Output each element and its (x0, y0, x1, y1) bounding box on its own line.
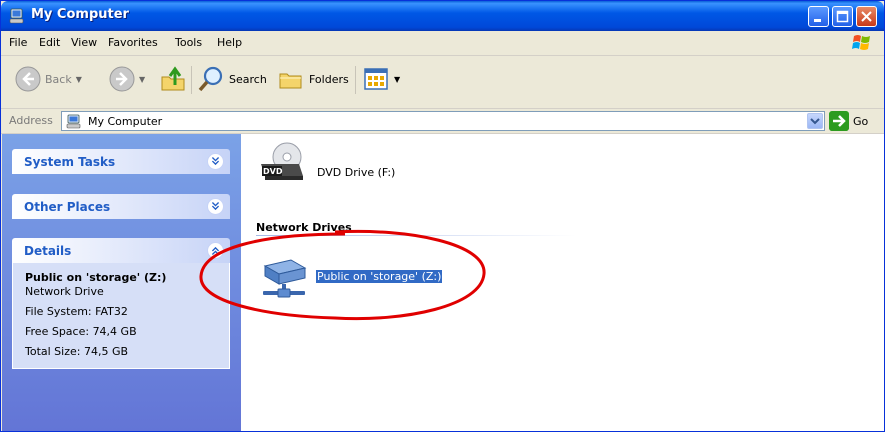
up-folder-button[interactable] (159, 64, 187, 94)
close-button[interactable] (856, 6, 877, 27)
other-places-header[interactable]: Other Places (12, 194, 230, 219)
views-icon (364, 68, 388, 90)
system-tasks-title: System Tasks (24, 155, 116, 169)
explorer-window: My Computer File Edit View Favorites Too… (0, 0, 885, 432)
address-label: Address (9, 114, 53, 127)
expand-chevron-icon[interactable] (207, 198, 224, 215)
other-places-panel: Other Places (12, 194, 230, 219)
other-places-title: Other Places (24, 200, 111, 214)
menu-help[interactable]: Help (217, 36, 242, 49)
menu-bar: File Edit View Favorites Tools Help (1, 31, 884, 56)
back-label: Back (45, 72, 72, 86)
search-button[interactable]: Search (197, 64, 267, 94)
menu-tools[interactable]: Tools (175, 36, 202, 49)
folders-icon (279, 73, 302, 89)
dvd-drive-label: DVD Drive (F:) (317, 166, 396, 179)
go-arrow-icon (829, 111, 849, 131)
forward-button[interactable]: ▼ (109, 64, 145, 94)
maximize-button[interactable] (832, 6, 853, 27)
annotation-ellipse (199, 229, 486, 321)
toolbar-separator (191, 66, 192, 94)
expand-chevron-icon[interactable] (207, 153, 224, 170)
folders-button[interactable]: Folders (277, 64, 349, 94)
up-folder-icon (161, 66, 185, 91)
windows-logo-icon (852, 35, 870, 50)
menu-view[interactable]: View (71, 36, 97, 49)
search-label: Search (229, 72, 267, 86)
menu-edit[interactable]: Edit (39, 36, 60, 49)
my-computer-icon (9, 8, 24, 24)
chevron-down-icon (810, 118, 820, 125)
details-free-space: Free Space: 74,4 GB (25, 325, 137, 338)
system-tasks-panel: System Tasks (12, 149, 230, 174)
toolbar-separator-2 (355, 66, 356, 94)
address-value: My Computer (88, 115, 163, 128)
go-label: Go (853, 114, 869, 128)
address-dropdown-button[interactable] (807, 113, 823, 129)
back-arrow-icon (15, 66, 41, 92)
forward-dropdown-icon[interactable]: ▼ (139, 75, 145, 84)
go-button[interactable]: Go (829, 111, 868, 131)
dvd-drive-icon: DVD (261, 142, 303, 180)
menu-favorites[interactable]: Favorites (108, 36, 158, 49)
window-title: My Computer (31, 7, 129, 22)
standard-toolbar: Back ▼ ▼ Search Folders ▼ (1, 56, 884, 109)
address-bar: Address My Computer Go (1, 109, 884, 134)
details-total-size: Total Size: 74,5 GB (25, 345, 129, 358)
details-title: Details (24, 244, 72, 258)
dvd-drive-item[interactable]: DVD DVD Drive (F:) (259, 140, 439, 186)
back-button[interactable]: Back ▼ (15, 64, 82, 94)
menu-file[interactable]: File (9, 36, 27, 49)
back-dropdown-icon[interactable]: ▼ (76, 75, 82, 84)
dvd-badge-text: DVD (263, 167, 283, 176)
my-computer-icon (66, 114, 81, 129)
details-file-system: File System: FAT32 (25, 305, 128, 318)
search-icon (198, 66, 223, 92)
folders-label: Folders (309, 72, 349, 86)
views-button[interactable]: ▼ (362, 64, 400, 94)
system-tasks-header[interactable]: System Tasks (12, 149, 230, 174)
forward-arrow-icon (109, 66, 135, 92)
views-dropdown-icon[interactable]: ▼ (394, 75, 400, 84)
address-input[interactable]: My Computer (61, 111, 825, 131)
details-item-name: Public on 'storage' (Z:) (25, 271, 167, 284)
minimize-button[interactable] (808, 6, 829, 27)
title-bar[interactable]: My Computer (1, 1, 884, 31)
details-item-type: Network Drive (25, 285, 104, 298)
